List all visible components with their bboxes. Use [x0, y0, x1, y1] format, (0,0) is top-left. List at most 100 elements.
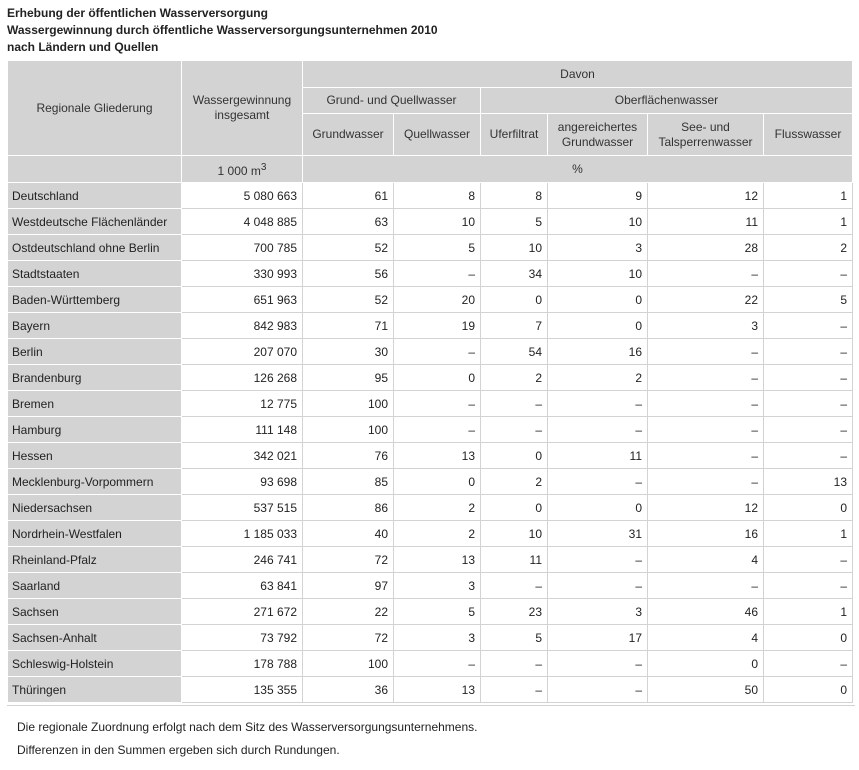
region-name: Thüringen	[7, 676, 182, 703]
percent-cell: 10	[480, 234, 548, 261]
percent-cell: 3	[547, 598, 648, 625]
percent-cell: 16	[547, 338, 648, 365]
table-row: Saarland 63 841 97 3– – – –	[7, 572, 853, 599]
percent-cell: 4	[647, 546, 764, 573]
percent-cell: 0	[547, 286, 648, 313]
unit-total-text: 1 000 m	[217, 163, 261, 178]
total-cell: 4 048 885	[181, 208, 303, 235]
percent-cell: 5	[480, 208, 548, 235]
total-cell: 5 080 663	[181, 182, 303, 209]
percent-cell: 12	[647, 494, 764, 521]
table-row: Mecklenburg-Vorpommern 93 698 85 0 2– –13	[7, 468, 853, 495]
table-body: Deutschland 5 080 663 61 8 8 9 12 1 Westdeutsche…	[7, 182, 853, 703]
header-davon: Davon	[302, 60, 853, 88]
header-flusswasser: Flusswasser	[763, 113, 853, 156]
percent-cell: 50	[647, 676, 764, 703]
percent-cell: 46	[647, 598, 764, 625]
percent-cell: 52	[302, 234, 394, 261]
percent-cell: 22	[647, 286, 764, 313]
percent-cell: 3	[393, 624, 481, 651]
footnote-2: Differenzen in den Summen ergeben sich d…	[17, 743, 340, 757]
percent-cell: 3	[647, 312, 764, 339]
percent-cell: –	[393, 650, 481, 677]
percent-cell: 13	[393, 546, 481, 573]
region-name: Mecklenburg-Vorpommern	[7, 468, 182, 495]
percent-cell: 0	[547, 494, 648, 521]
percent-cell: 10	[547, 260, 648, 287]
total-cell: 73 792	[181, 624, 303, 651]
percent-cell: –	[647, 468, 764, 495]
percent-cell: –	[547, 546, 648, 573]
percent-cell: –	[647, 364, 764, 391]
percent-cell: –	[763, 390, 853, 417]
total-cell: 178 788	[181, 650, 303, 677]
percent-cell: –	[763, 572, 853, 599]
percent-cell: 5	[393, 598, 481, 625]
header-grundwasser: Grundwasser	[302, 113, 394, 156]
percent-cell: 13	[393, 676, 481, 703]
percent-cell: 52	[302, 286, 394, 313]
water-table: Regionale Gliederung Wassergewinnung ins…	[7, 60, 853, 703]
percent-cell: –	[763, 260, 853, 287]
total-cell: 135 355	[181, 676, 303, 703]
percent-cell: 9	[547, 182, 648, 209]
percent-cell: 2	[393, 520, 481, 547]
title-line-3: nach Ländern und Quellen	[7, 40, 159, 54]
percent-cell: 16	[647, 520, 764, 547]
percent-cell: 0	[480, 494, 548, 521]
percent-cell: –	[393, 390, 481, 417]
percent-cell: –	[480, 416, 548, 443]
percent-cell: –	[480, 390, 548, 417]
percent-cell: 56	[302, 260, 394, 287]
percent-cell: 34	[480, 260, 548, 287]
header-quellwasser: Quellwasser	[393, 113, 481, 156]
percent-cell: 23	[480, 598, 548, 625]
region-name: Rheinland-Pfalz	[7, 546, 182, 573]
total-cell: 111 148	[181, 416, 303, 443]
percent-cell: 2	[480, 468, 548, 495]
percent-cell: 0	[763, 624, 853, 651]
total-cell: 246 741	[181, 546, 303, 573]
percent-cell: 19	[393, 312, 481, 339]
percent-cell: –	[763, 364, 853, 391]
percent-cell: 22	[302, 598, 394, 625]
percent-cell: 1	[763, 520, 853, 547]
percent-cell: –	[547, 468, 648, 495]
percent-cell: –	[647, 442, 764, 469]
total-cell: 12 775	[181, 390, 303, 417]
header-grund-group: Grund- und Quellwasser	[302, 87, 481, 114]
percent-cell: 8	[480, 182, 548, 209]
region-name: Sachsen	[7, 598, 182, 625]
percent-cell: 10	[480, 520, 548, 547]
region-name: Brandenburg	[7, 364, 182, 391]
percent-cell: 63	[302, 208, 394, 235]
header-uferfiltrat: Uferfiltrat	[480, 113, 548, 156]
table-row: Rheinland-Pfalz 246 741 72 13 11–4–	[7, 546, 853, 573]
percent-cell: 28	[647, 234, 764, 261]
percent-cell: 100	[302, 390, 394, 417]
region-name: Westdeutsche Flächenländer	[7, 208, 182, 235]
table-row: Westdeutsche Flächenländer 4 048 885 63 10 5…	[7, 208, 853, 235]
percent-cell: 0	[647, 650, 764, 677]
percent-cell: 0	[393, 364, 481, 391]
header-unit-total: 1 000 m3	[181, 155, 303, 183]
footnote-1: Die regionale Zuordnung erfolgt nach dem…	[17, 720, 478, 734]
percent-cell: 13	[763, 468, 853, 495]
percent-cell: 76	[302, 442, 394, 469]
table-row: Ostdeutschland ohne Berlin 700 785 52 5 10 3 2…	[7, 234, 853, 261]
total-cell: 271 672	[181, 598, 303, 625]
table-row: Brandenburg 126 268 95 0 2 2– –	[7, 364, 853, 391]
percent-cell: 3	[547, 234, 648, 261]
percent-cell: 61	[302, 182, 394, 209]
region-name: Bremen	[7, 390, 182, 417]
header-total: Wassergewinnung insgesamt	[181, 60, 303, 156]
percent-cell: 30	[302, 338, 394, 365]
percent-cell: –	[547, 416, 648, 443]
percent-cell: 54	[480, 338, 548, 365]
percent-cell: 0	[763, 494, 853, 521]
region-name: Sachsen-Anhalt	[7, 624, 182, 651]
table-title: Erhebung der öffentlichen Wasserversorgu…	[7, 5, 438, 56]
percent-cell: 11	[647, 208, 764, 235]
title-line-1: Erhebung der öffentlichen Wasserversorgu…	[7, 6, 268, 20]
percent-cell: 2	[547, 364, 648, 391]
